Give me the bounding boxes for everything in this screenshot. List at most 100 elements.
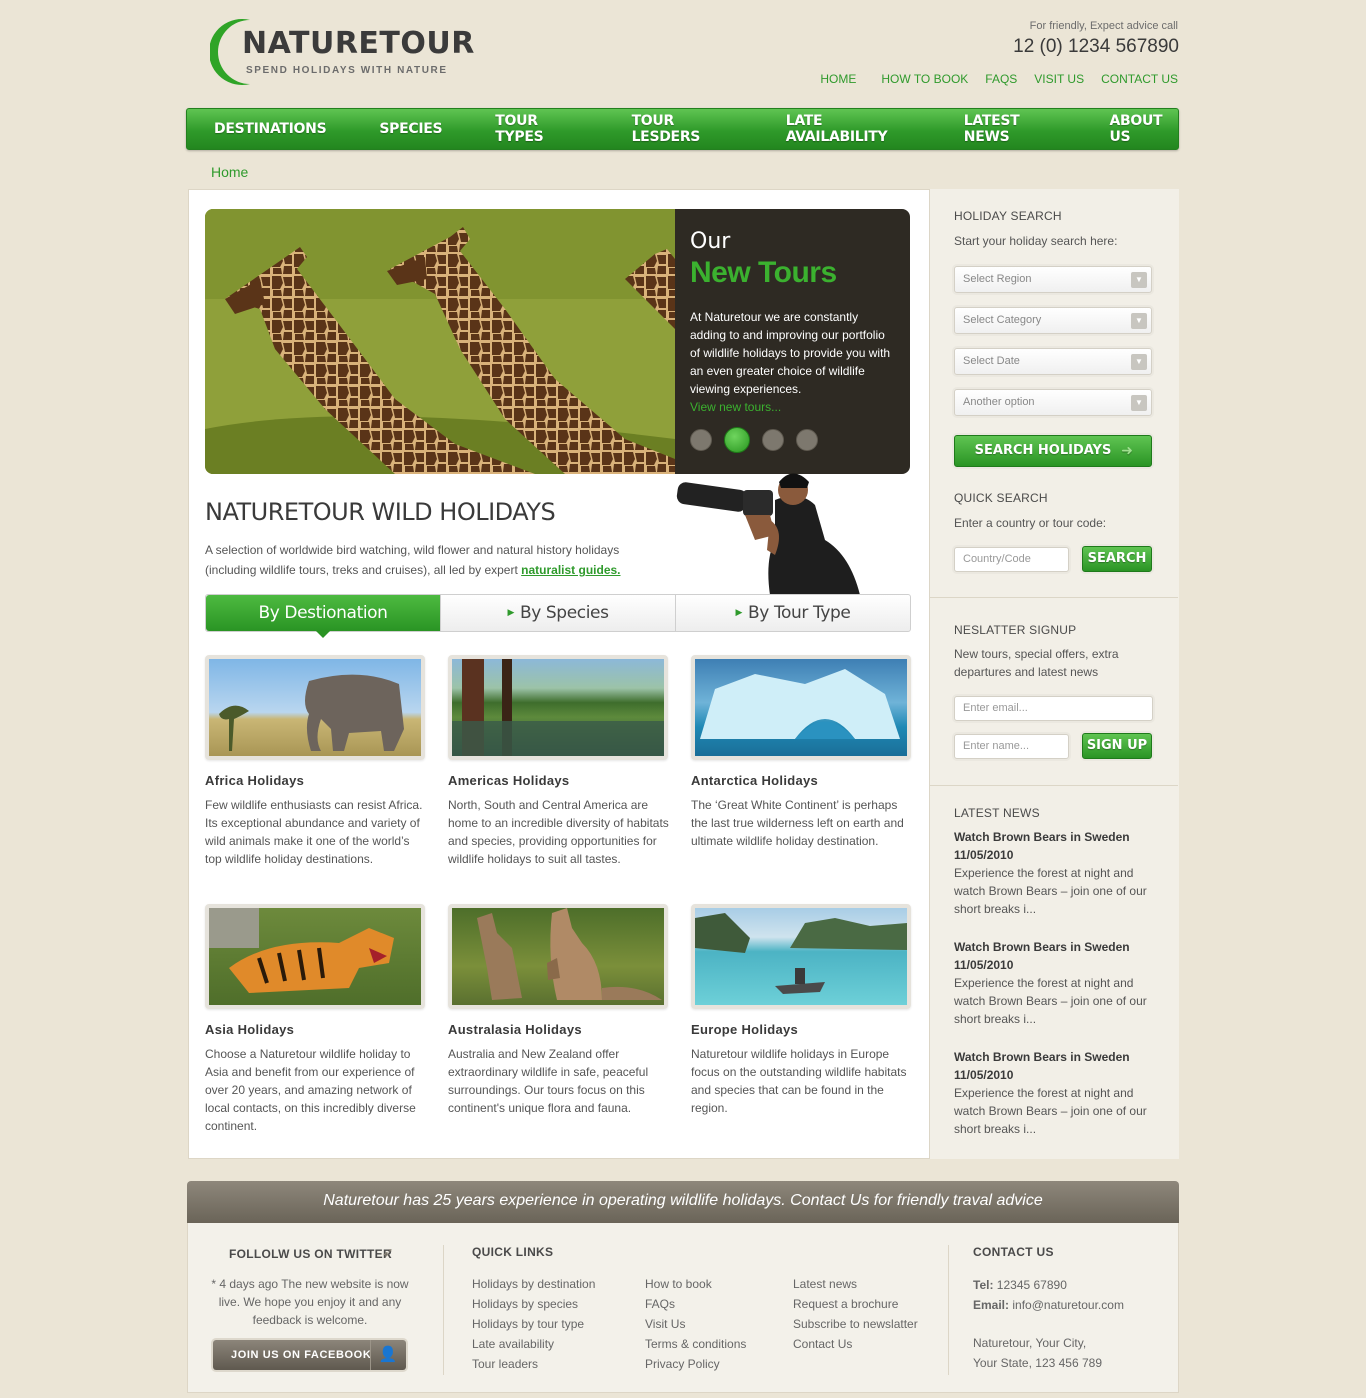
slider-dot-4[interactable]: [796, 429, 818, 451]
footer-link[interactable]: Holidays by tour type: [472, 1314, 595, 1334]
toplink-contact-us[interactable]: CONTACT US: [1101, 72, 1178, 86]
news-text: Experience the forest at night and watch…: [954, 1086, 1147, 1136]
footer-link[interactable]: FAQs: [645, 1294, 746, 1314]
triangle-right-icon: ▶: [735, 608, 743, 618]
footer-link[interactable]: Contact Us: [793, 1334, 918, 1354]
contact-email-value[interactable]: info@naturetour.com: [1012, 1298, 1124, 1312]
footer-link[interactable]: Request a brochure: [793, 1294, 918, 1314]
select-region-value: Select Region: [963, 273, 1032, 285]
card-africa: Africa Holidays Few wildlife enthusiasts…: [205, 655, 425, 868]
bird-icon: ➶: [382, 1244, 394, 1260]
tab-by-tour-type[interactable]: ▶ By Tour Type: [675, 595, 910, 631]
toplink-how-to-book[interactable]: HOW TO BOOK: [881, 72, 968, 86]
footer-link[interactable]: Tour leaders: [472, 1354, 595, 1374]
nav-latest-news[interactable]: LATEST NEWS: [964, 113, 1057, 145]
destination-tabs: By Destionation ▶ By Species ▶ By Tour T…: [205, 594, 911, 638]
chevron-down-icon: ▼: [1131, 395, 1147, 411]
latest-news-heading: LATEST NEWS: [954, 806, 1040, 820]
select-category[interactable]: Select Category ▼: [954, 307, 1152, 334]
hero-slider: Our New Tours At Naturetour we are const…: [205, 209, 910, 474]
nav-destinations[interactable]: DESTINATIONS: [214, 121, 327, 137]
nav-tour-types[interactable]: TOUR TYPES: [495, 113, 578, 145]
contact-details: Tel: 12345 67890 Email: info@naturetour.…: [973, 1275, 1124, 1373]
elephant-image[interactable]: [205, 655, 425, 760]
nav-about-us[interactable]: ABOUT US: [1109, 113, 1178, 145]
footer-link[interactable]: Subscribe to newslatter: [793, 1314, 918, 1334]
nav-tour-leaders[interactable]: TOUR LESDERS: [632, 113, 733, 145]
news-title[interactable]: Watch Brown Bears in Sweden: [954, 938, 1154, 956]
toplink-home[interactable]: HOME: [820, 72, 856, 86]
footer-link[interactable]: Holidays by destination: [472, 1274, 595, 1294]
iceberg-image[interactable]: [691, 655, 911, 760]
news-item: Watch Brown Bears in Sweden 11/05/2010 E…: [954, 938, 1154, 1028]
footer-link[interactable]: Holidays by species: [472, 1294, 595, 1314]
search-holidays-button[interactable]: SEARCH HOLIDAYS ➜: [954, 435, 1152, 467]
top-links: HOME HOW TO BOOK FAQS VISIT US CONTACT U…: [820, 72, 1178, 86]
card-title[interactable]: Europe Holidays: [691, 1022, 911, 1037]
card-australasia: Australasia Holidays Australia and New Z…: [448, 904, 668, 1117]
site-logo[interactable]: NATURETOUR SPEND HOLIDAYS WITH NATURE: [210, 18, 474, 88]
slider-caption: Our New Tours At Naturetour we are const…: [675, 209, 910, 474]
card-title[interactable]: Asia Holidays: [205, 1022, 425, 1037]
intro-text: A selection of worldwide bird watching, …: [205, 540, 645, 580]
select-region[interactable]: Select Region ▼: [954, 266, 1152, 293]
slider-dots: [690, 427, 818, 453]
slider-dot-3[interactable]: [762, 429, 784, 451]
join-facebook-label: JOIN US ON FACEBOOK: [231, 1349, 372, 1361]
chevron-down-icon: ▼: [1131, 272, 1147, 288]
quick-links-col2: How to book FAQs Visit Us Terms & condit…: [645, 1274, 746, 1374]
twitter-heading: FOLLOLW US ON TWITTER: [229, 1247, 392, 1261]
footer-link[interactable]: Visit Us: [645, 1314, 746, 1334]
footer-link[interactable]: Privacy Policy: [645, 1354, 746, 1374]
footer-link[interactable]: Late availability: [472, 1334, 595, 1354]
card-text: Naturetour wildlife holidays in Europe f…: [691, 1047, 907, 1115]
sidebar-divider: [930, 785, 1178, 786]
card-title[interactable]: Africa Holidays: [205, 773, 425, 788]
holiday-search-subtitle: Start your holiday search here:: [954, 234, 1118, 248]
card-title[interactable]: Australasia Holidays: [448, 1022, 668, 1037]
select-another-option[interactable]: Another option ▼: [954, 389, 1152, 416]
boat-lagoon-image[interactable]: [691, 904, 911, 1009]
slider-dot-1[interactable]: [690, 429, 712, 451]
footer-link[interactable]: How to book: [645, 1274, 746, 1294]
slider-dot-2[interactable]: [724, 427, 750, 453]
toplink-visit-us[interactable]: VISIT US: [1034, 72, 1084, 86]
select-another-option-value: Another option: [963, 396, 1035, 408]
card-asia: Asia Holidays Choose a Naturetour wildli…: [205, 904, 425, 1135]
footer-link[interactable]: Latest news: [793, 1274, 918, 1294]
newsletter-name-input[interactable]: Enter name...: [954, 734, 1069, 759]
nav-late-availability[interactable]: LATE AVAILABILITY: [786, 113, 911, 145]
contact-email-label: Email:: [973, 1298, 1010, 1312]
naturalist-guides-link[interactable]: naturalist guides.: [521, 563, 620, 577]
quick-links-heading: QUICK LINKS: [472, 1245, 554, 1259]
newsletter-email-input[interactable]: Enter email...: [954, 696, 1153, 721]
contact-address-line2: Your State, 123 456 789: [973, 1356, 1102, 1370]
tiger-image[interactable]: [205, 904, 425, 1009]
footer-link[interactable]: Terms & conditions: [645, 1334, 746, 1354]
join-facebook-button[interactable]: JOIN US ON FACEBOOK 👤: [213, 1340, 406, 1370]
search-holidays-label: SEARCH HOLIDAYS: [974, 443, 1112, 458]
view-new-tours-link[interactable]: View new tours...: [690, 398, 895, 416]
news-date: 11/05/2010: [954, 848, 1014, 862]
tab-by-destination[interactable]: By Destionation: [206, 595, 440, 638]
slider-text: At Naturetour we are constantly adding t…: [690, 310, 891, 396]
card-text: Australia and New Zealand offer extraord…: [448, 1047, 649, 1115]
quick-search-button[interactable]: SEARCH: [1082, 546, 1152, 572]
tab-by-species[interactable]: ▶ By Species: [440, 595, 675, 631]
sign-up-button[interactable]: SIGN UP: [1082, 733, 1152, 759]
breadcrumb-home[interactable]: Home: [211, 164, 248, 180]
kangaroo-image[interactable]: [448, 904, 668, 1009]
news-title[interactable]: Watch Brown Bears in Sweden: [954, 1048, 1154, 1066]
card-title[interactable]: Antarctica Holidays: [691, 773, 911, 788]
card-americas: Americas Holidays North, South and Centr…: [448, 655, 669, 868]
card-title[interactable]: Americas Holidays: [448, 773, 668, 788]
country-code-input[interactable]: Country/Code: [954, 547, 1069, 572]
select-date[interactable]: Select Date ▼: [954, 348, 1152, 375]
card-antarctica: Antarctica Holidays The ‘Great White Con…: [691, 655, 911, 850]
forest-lake-image[interactable]: [448, 655, 668, 760]
news-title[interactable]: Watch Brown Bears in Sweden: [954, 828, 1154, 846]
toplink-faqs[interactable]: FAQS: [985, 72, 1017, 86]
newsletter-heading: NESLATTER SIGNUP: [954, 623, 1077, 637]
nav-species[interactable]: SPECIES: [379, 121, 442, 137]
sidebar-divider: [930, 597, 1178, 598]
